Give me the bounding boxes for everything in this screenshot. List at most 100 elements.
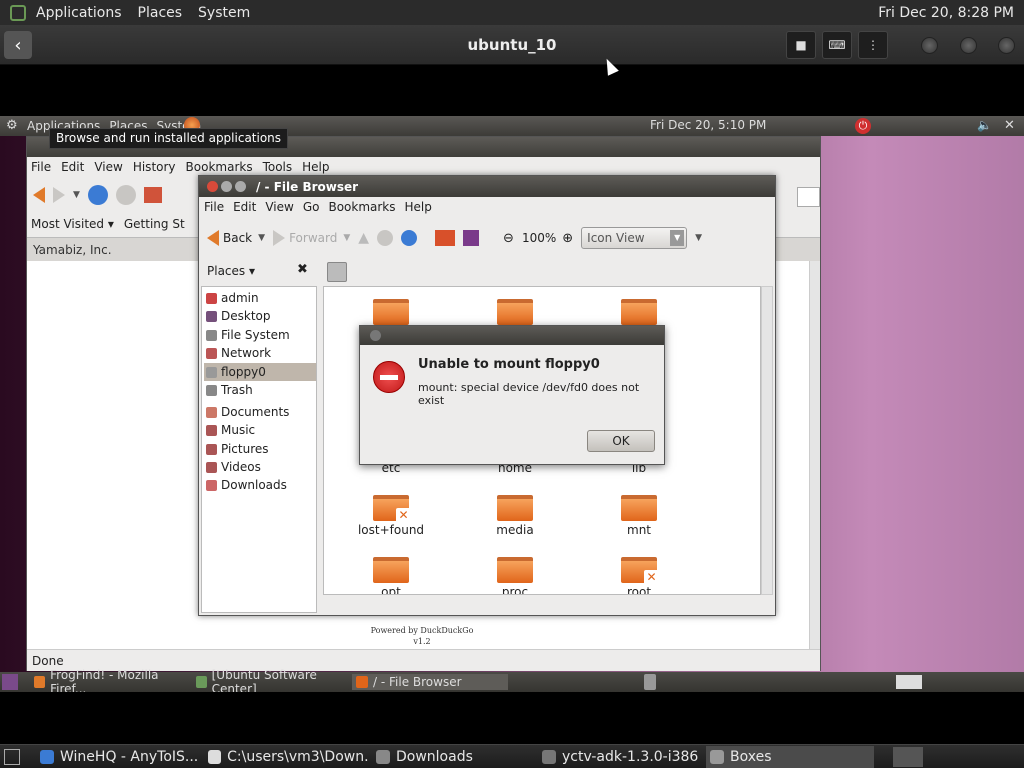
- view-mode-select[interactable]: Icon View ▼: [581, 227, 688, 249]
- sidebar-item-floppy0[interactable]: floppy0: [204, 363, 316, 381]
- ff-stop-icon[interactable]: [115, 185, 136, 205]
- stop-button[interactable]: ■: [786, 31, 816, 59]
- host-menu-places[interactable]: Places: [138, 5, 183, 21]
- sidebar-item-network[interactable]: Network: [204, 344, 316, 362]
- fb-back-label: Back: [223, 231, 253, 245]
- ff-menu-tools[interactable]: Tools: [263, 160, 293, 174]
- fb-titlebar[interactable]: / - File Browser: [199, 176, 775, 197]
- location-toggle-button[interactable]: [327, 262, 347, 282]
- zoom-out-icon[interactable]: ⊖: [503, 231, 514, 246]
- ff-menu-bookmarks[interactable]: Bookmarks: [186, 160, 253, 174]
- ff-menu-edit[interactable]: Edit: [61, 160, 84, 174]
- fb-menu-view[interactable]: View: [265, 200, 293, 214]
- folder-lost-found[interactable]: ✕ lost+found: [356, 495, 426, 537]
- folder-media[interactable]: media: [480, 495, 550, 537]
- workspace-switcher[interactable]: [896, 675, 922, 689]
- host-task-0[interactable]: WineHQ - AnyToIS...: [36, 746, 200, 768]
- host-task-3[interactable]: yctv-adk-1.3.0-i386: [538, 746, 702, 768]
- ff-back-icon[interactable]: [33, 187, 45, 203]
- ff-history-dropdown-icon[interactable]: ▼: [73, 190, 80, 200]
- ff-menu-file[interactable]: File: [31, 160, 51, 174]
- up-icon[interactable]: ▲: [358, 230, 369, 246]
- fb-close-icon[interactable]: [207, 181, 218, 192]
- guest-screen[interactable]: ⚙ Applications Places System Fri Dec 20,…: [0, 116, 1024, 692]
- volume-icon[interactable]: 🔈: [977, 118, 992, 132]
- close-button[interactable]: [998, 37, 1015, 54]
- sidebar-item-music[interactable]: Music: [204, 421, 316, 439]
- ff-reload-icon[interactable]: [87, 185, 108, 205]
- host-clock[interactable]: Fri Dec 20, 8:28 PM: [878, 5, 1014, 21]
- guest-task-0[interactable]: FrogFind! - Mozilla Firef...: [30, 668, 188, 692]
- fb-forward-dropdown-icon[interactable]: ▼: [343, 233, 350, 243]
- home-folder-icon[interactable]: [435, 230, 456, 246]
- guest-clock[interactable]: Fri Dec 20, 5:10 PM: [650, 118, 766, 132]
- host-menu-system[interactable]: System: [198, 5, 250, 21]
- fb-menu-go[interactable]: Go: [303, 200, 320, 214]
- fb-maximize-icon[interactable]: [235, 181, 246, 192]
- session-icon[interactable]: ✕: [1004, 118, 1015, 133]
- sidebar-item-admin[interactable]: admin: [204, 289, 316, 307]
- fb-toolbar: Back ▼ Forward ▼ ▲ ⊖ 100% ⊕ Icon View ▼ …: [199, 218, 775, 258]
- ok-button[interactable]: OK: [587, 430, 655, 452]
- host-show-desktop-icon[interactable]: [4, 749, 20, 765]
- folder-root[interactable]: ✕ root: [604, 557, 674, 594]
- sidebar-item-documents[interactable]: Documents: [204, 403, 316, 421]
- fb-menu-edit[interactable]: Edit: [233, 200, 256, 214]
- ff-menu-help[interactable]: Help: [302, 160, 329, 174]
- sidebar-item-pictures[interactable]: Pictures: [204, 440, 316, 458]
- ff-scrollbar[interactable]: [809, 261, 820, 649]
- folder-item[interactable]: [480, 299, 550, 327]
- fb-minimize-icon[interactable]: [221, 181, 232, 192]
- fb-reload-icon[interactable]: [401, 230, 418, 246]
- computer-icon[interactable]: [463, 230, 480, 246]
- ff-forward-icon[interactable]: [53, 187, 65, 203]
- zoom-in-icon[interactable]: ⊕: [562, 231, 573, 246]
- bookmark-getting-started[interactable]: Getting St: [124, 217, 185, 231]
- sidebar-item-file-system[interactable]: File System: [204, 326, 316, 344]
- minimize-button[interactable]: [921, 37, 938, 54]
- fb-forward-button[interactable]: Forward: [273, 230, 337, 246]
- fb-menu-file[interactable]: File: [204, 200, 224, 214]
- host-menu-applications[interactable]: Applications: [36, 5, 122, 21]
- maximize-button[interactable]: [960, 37, 977, 54]
- keyboard-button[interactable]: ⌨: [822, 31, 852, 59]
- trash-applet-icon[interactable]: [644, 674, 656, 690]
- ff-search-icon[interactable]: [797, 187, 820, 207]
- host-workspace-switcher[interactable]: [893, 747, 923, 767]
- dialog-close-icon[interactable]: [370, 330, 381, 341]
- guest-task-1[interactable]: [Ubuntu Software Center]: [192, 668, 348, 692]
- folder-opt[interactable]: opt: [356, 557, 426, 594]
- folder-proc[interactable]: proc: [480, 557, 550, 594]
- sidebar-item-downloads[interactable]: Downloads: [204, 476, 316, 494]
- show-desktop-icon[interactable]: [2, 674, 18, 690]
- host-logo-icon[interactable]: [10, 4, 26, 21]
- icon-view-scrollbar[interactable]: [761, 286, 773, 595]
- fb-back-dropdown-icon[interactable]: ▼: [258, 233, 265, 243]
- folder-item[interactable]: [356, 299, 426, 327]
- host-task-4[interactable]: Boxes: [706, 746, 874, 768]
- folder-mnt[interactable]: mnt: [604, 495, 674, 537]
- sidebar-item-trash[interactable]: Trash: [204, 381, 316, 399]
- host-task-2[interactable]: Downloads: [372, 746, 534, 768]
- ff-menu-view[interactable]: View: [94, 160, 122, 174]
- power-icon[interactable]: ⏻: [855, 118, 871, 134]
- dialog-titlebar[interactable]: [360, 326, 664, 345]
- fb-menu-bookmarks[interactable]: Bookmarks: [328, 200, 395, 214]
- ubuntu-logo-icon[interactable]: ⚙: [6, 118, 18, 133]
- fb-menu-help[interactable]: Help: [405, 200, 432, 214]
- bookmark-most-visited[interactable]: Most Visited ▾: [31, 217, 114, 231]
- fb-stop-icon[interactable]: [377, 230, 394, 246]
- back-button[interactable]: ‹: [4, 31, 32, 59]
- places-close-icon[interactable]: ✖: [297, 262, 311, 277]
- sidebar-item-desktop[interactable]: Desktop: [204, 307, 316, 325]
- host-task-1[interactable]: C:\users\vm3\Down...: [204, 746, 368, 768]
- folder-item[interactable]: [604, 299, 674, 327]
- fb-toolbar-overflow-icon[interactable]: ▼: [695, 233, 702, 243]
- fb-back-button[interactable]: Back: [207, 230, 252, 246]
- sidebar-item-videos[interactable]: Videos: [204, 458, 316, 476]
- ff-menu-history[interactable]: History: [133, 160, 176, 174]
- task-app-icon: [208, 750, 222, 764]
- guest-task-2[interactable]: / - File Browser: [352, 674, 508, 690]
- menu-button[interactable]: ⋮: [858, 31, 888, 59]
- ff-home-icon[interactable]: [143, 187, 162, 203]
